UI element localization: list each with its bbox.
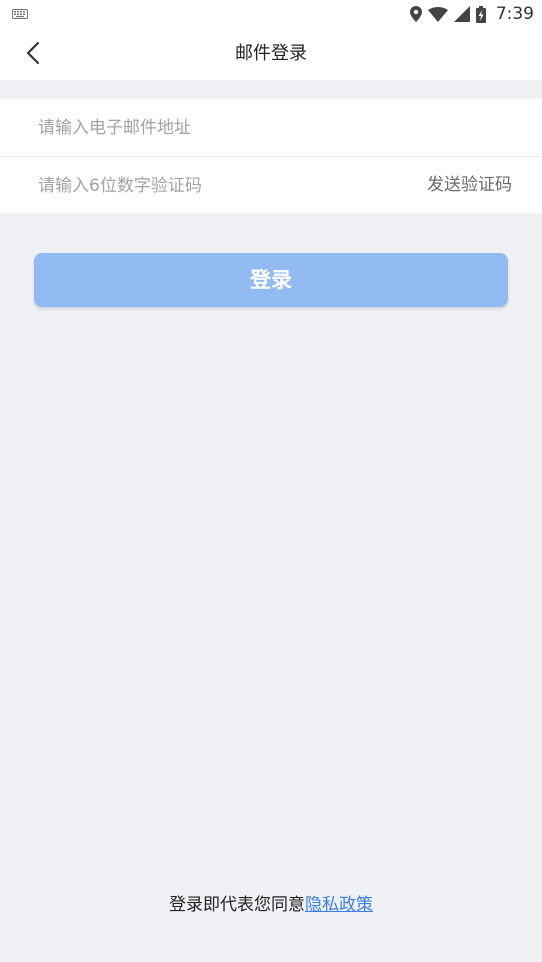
login-button[interactable]: 登录	[34, 253, 508, 307]
verification-code-field[interactable]	[38, 157, 398, 214]
status-right: 7:39	[409, 4, 534, 24]
location-icon	[409, 6, 422, 22]
privacy-agreement: 登录即代表您同意隐私政策	[0, 890, 542, 915]
status-left	[12, 9, 28, 19]
battery-charging-icon	[475, 5, 486, 23]
agreement-text: 登录即代表您同意	[169, 895, 305, 915]
keyboard-icon	[12, 9, 28, 19]
email-field[interactable]	[38, 99, 398, 156]
login-form: 发送验证码	[0, 99, 542, 214]
send-code-button[interactable]: 发送验证码	[427, 157, 512, 214]
status-time: 7:39	[495, 4, 534, 24]
email-row	[0, 99, 542, 156]
cell-signal-icon	[453, 6, 470, 22]
page-title: 邮件登录	[235, 43, 307, 64]
privacy-policy-link[interactable]: 隐私政策	[305, 895, 373, 915]
status-bar: 7:39	[0, 0, 542, 28]
nav-bar: 邮件登录	[0, 28, 542, 80]
wifi-icon	[427, 6, 448, 22]
code-row: 发送验证码	[0, 156, 542, 214]
